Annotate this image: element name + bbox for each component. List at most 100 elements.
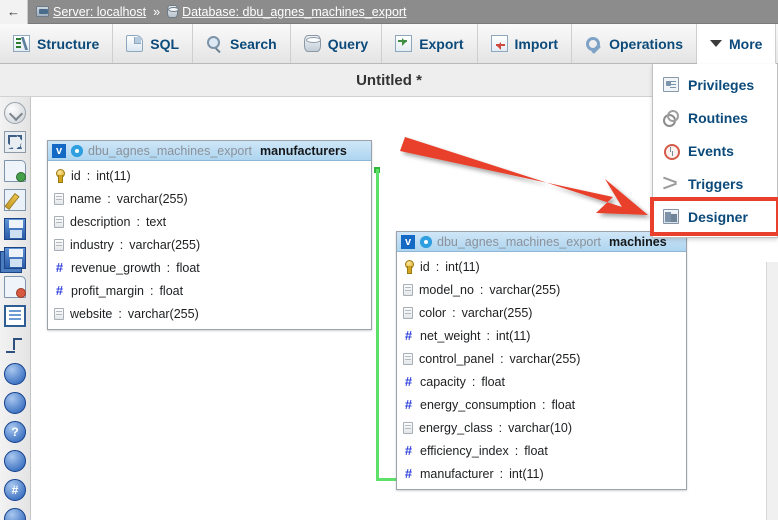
numeric-field-icon: # [403,329,414,342]
table-row[interactable]: industry : varchar(255) [48,233,371,256]
breadcrumb-server[interactable]: Server: localhost [53,5,146,19]
table-list-icon[interactable] [4,305,26,327]
table-row[interactable]: # capacity : float [397,370,686,393]
direct-links-icon[interactable] [4,392,26,414]
edit-page-icon[interactable] [4,189,26,211]
field-name: profit_margin [71,284,144,298]
delete-page-icon[interactable] [4,276,26,298]
help-icon[interactable]: ? [4,421,26,443]
table-header-machines[interactable]: v dbu_agnes_machines_export machines [397,232,686,252]
routines-icon [663,110,679,125]
table-row[interactable]: # net_weight : int(11) [397,324,686,347]
breadcrumb: Server: localhost » Database: dbu_agnes_… [28,5,407,19]
collapse-all-icon[interactable] [4,102,26,124]
tab-sql[interactable]: SQL [113,24,193,63]
new-page-icon[interactable] [4,160,26,182]
table-db-name: dbu_agnes_machines_export [437,235,601,249]
snap-to-grid-icon[interactable] [4,450,26,472]
table-row[interactable]: # profit_margin : float [48,279,371,302]
table-collapse-badge[interactable]: v [52,144,66,158]
page-title: Untitled * [356,72,422,89]
save-as-icon[interactable] [4,247,26,269]
table-row[interactable]: description : text [48,210,371,233]
table-row[interactable]: model_no : varchar(255) [397,278,686,301]
table-box-manufacturers[interactable]: v dbu_agnes_machines_export manufacturer… [47,140,372,330]
primary-key-icon [403,260,414,273]
menu-item-events[interactable]: Events [653,134,777,167]
column-icon [54,216,64,228]
operations-icon [585,35,602,52]
fullscreen-icon[interactable] [4,131,26,153]
field-name: capacity [420,375,466,389]
table-row[interactable]: color : varchar(255) [397,301,686,324]
menu-item-routines[interactable]: Routines [653,101,777,134]
table-collapse-badge[interactable]: v [401,235,415,249]
menu-item-designer[interactable]: Designer [653,200,777,233]
table-row[interactable]: # revenue_growth : float [48,256,371,279]
tab-export[interactable]: Export [382,24,477,63]
field-type: varchar(255) [489,283,560,297]
rail-glyph [5,364,25,384]
field-separator: : [500,352,503,366]
import-icon [491,35,508,52]
numeric-field-icon: # [54,261,65,274]
table-row[interactable]: energy_class : varchar(10) [397,416,686,439]
column-icon [403,353,413,365]
menu-item-privileges[interactable]: Privileges [653,68,777,101]
field-type: varchar(255) [128,307,199,321]
table-row[interactable]: # manufacturer : int(11) [397,462,686,485]
designer-icon [663,209,679,224]
tab-import[interactable]: Import [478,24,573,63]
breadcrumb-database[interactable]: Database: dbu_agnes_machines_export [182,5,406,19]
field-separator: : [472,375,475,389]
breadcrumb-separator: » [150,5,163,19]
field-separator: : [118,307,121,321]
main-nav-tabs: Structure SQL Search Query Export Import… [0,24,778,64]
tab-query[interactable]: Query [291,24,382,63]
table-row[interactable]: id : int(11) [397,255,686,278]
tab-more-label: More [729,36,762,52]
table-row[interactable]: control_panel : varchar(255) [397,347,686,370]
back-button[interactable]: ← [0,0,28,24]
field-separator: : [486,329,489,343]
table-row[interactable]: website : varchar(255) [48,302,371,325]
column-icon [54,308,64,320]
tab-operations[interactable]: Operations [572,24,697,63]
field-separator: : [136,215,139,229]
gear-icon[interactable] [71,145,83,157]
rail-glyph [5,451,25,471]
table-row[interactable]: name : varchar(255) [48,187,371,210]
table-header-manufacturers[interactable]: v dbu_agnes_machines_export manufacturer… [48,141,371,161]
field-type: int(11) [509,467,544,481]
menu-item-triggers[interactable]: Triggers [653,167,777,200]
angular-links-icon[interactable] [4,363,26,385]
tab-search[interactable]: Search [193,24,291,63]
field-name: revenue_growth [71,261,161,275]
save-icon[interactable] [4,218,26,240]
table-row[interactable]: id : int(11) [48,164,371,187]
table-box-machines[interactable]: v dbu_agnes_machines_export machines id … [396,231,687,490]
relation-line-icon[interactable] [4,334,26,356]
grid-icon[interactable]: # [4,479,26,501]
server-icon [36,6,49,17]
tab-structure[interactable]: Structure [0,24,113,63]
table-field-list-machines: id : int(11) model_no : varchar(255) col… [397,252,686,489]
field-separator: : [515,444,518,458]
vertical-scrollbar[interactable] [766,262,778,520]
field-name: industry [70,238,114,252]
tab-structure-label: Structure [37,36,99,52]
field-separator: : [150,284,153,298]
sql-icon [126,35,143,52]
table-row[interactable]: # efficiency_index : float [397,439,686,462]
field-name: net_weight [420,329,480,343]
field-type: text [146,215,166,229]
import-export-icon[interactable] [4,508,26,520]
field-separator: : [499,421,502,435]
field-type: float [481,375,505,389]
table-row[interactable]: # energy_consumption : float [397,393,686,416]
gear-icon[interactable] [420,236,432,248]
structure-icon [13,35,30,52]
table-field-list-manufacturers: id : int(11) name : varchar(255) descrip… [48,161,371,329]
tab-more[interactable]: More [697,24,776,64]
rail-glyph: # [5,480,25,500]
